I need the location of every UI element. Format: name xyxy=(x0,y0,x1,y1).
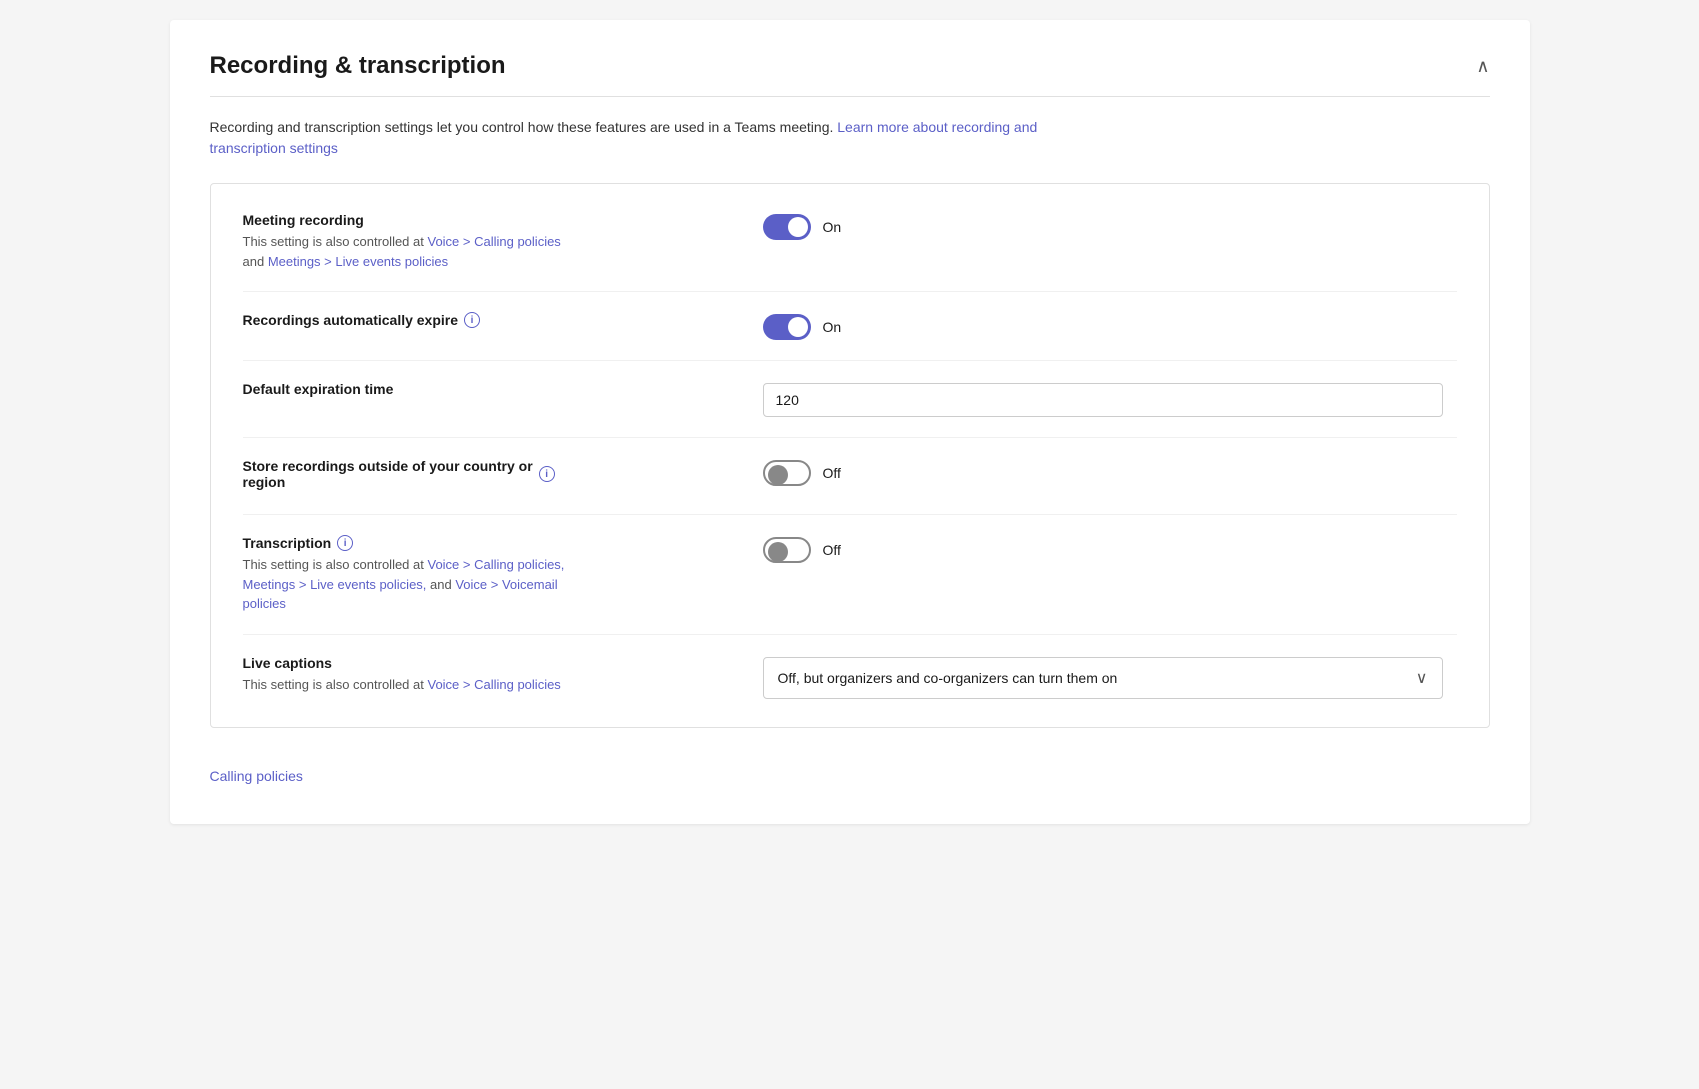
setting-row-live-captions: Live captions This setting is also contr… xyxy=(243,635,1457,699)
setting-label-transcription: Transcription i This setting is also con… xyxy=(243,535,723,614)
calling-policies-link[interactable]: Calling policies xyxy=(210,768,303,784)
live-captions-dropdown[interactable]: Off, but organizers and co-organizers ca… xyxy=(763,657,1443,699)
setting-label-recordings-expire: Recordings automatically expire i xyxy=(243,312,723,332)
bottom-nav: Calling policies xyxy=(210,768,1490,784)
setting-desc-transcription: This setting is also controlled at Voice… xyxy=(243,555,723,614)
setting-control-store-outside: Off xyxy=(723,458,1457,486)
store-outside-toggle[interactable] xyxy=(763,460,811,486)
panel-header: Recording & transcription ∧ xyxy=(210,52,1490,97)
live-events-link-2[interactable]: Meetings > Live events policies, xyxy=(243,577,427,592)
setting-control-recordings-expire: On xyxy=(723,312,1457,340)
close-icon[interactable]: ∧ xyxy=(1476,57,1489,75)
description-text: Recording and transcription settings let… xyxy=(210,119,834,135)
setting-row-store-outside: Store recordings outside of your country… xyxy=(243,438,1457,515)
setting-control-transcription: Off xyxy=(723,535,1457,563)
setting-control-meeting-recording: On xyxy=(723,212,1457,240)
setting-row-expiration-time: Default expiration time xyxy=(243,361,1457,438)
setting-row-recordings-expire: Recordings automatically expire i On xyxy=(243,292,1457,361)
setting-title-live-captions: Live captions xyxy=(243,655,723,671)
page-container: Recording & transcription ∧ Recording an… xyxy=(0,0,1699,1089)
setting-control-live-captions: Off, but organizers and co-organizers ca… xyxy=(723,655,1457,699)
setting-row-meeting-recording: Meeting recording This setting is also c… xyxy=(243,212,1457,292)
meeting-recording-toggle-label: On xyxy=(823,219,842,235)
setting-title-expiration-time: Default expiration time xyxy=(243,381,723,397)
voice-calling-link-3[interactable]: Voice > Calling policies xyxy=(427,677,560,692)
recordings-expire-toggle[interactable] xyxy=(763,314,811,340)
setting-title-meeting-recording: Meeting recording xyxy=(243,212,723,228)
setting-label-live-captions: Live captions This setting is also contr… xyxy=(243,655,723,695)
settings-box: Meeting recording This setting is also c… xyxy=(210,183,1490,728)
voice-calling-link-1[interactable]: Voice > Calling policies xyxy=(427,234,560,249)
setting-desc-live-captions: This setting is also controlled at Voice… xyxy=(243,675,723,695)
panel-description: Recording and transcription settings let… xyxy=(210,117,1490,159)
store-outside-info-icon: i xyxy=(539,466,555,482)
transcription-toggle[interactable] xyxy=(763,537,811,563)
voicemail-link[interactable]: Voice > Voicemail xyxy=(455,577,557,592)
transcription-toggle-label: Off xyxy=(823,542,841,558)
panel-title: Recording & transcription xyxy=(210,52,506,80)
recordings-expire-toggle-label: On xyxy=(823,319,842,335)
voicemail-policies-link[interactable]: policies xyxy=(243,596,286,611)
setting-title-store-outside: Store recordings outside of your country… xyxy=(243,458,723,490)
voice-calling-link-2[interactable]: Voice > Calling policies, xyxy=(427,557,564,572)
chevron-down-icon: ∨ xyxy=(1416,668,1428,688)
setting-label-meeting-recording: Meeting recording This setting is also c… xyxy=(243,212,723,271)
setting-label-expiration-time: Default expiration time xyxy=(243,381,723,401)
setting-label-store-outside: Store recordings outside of your country… xyxy=(243,458,723,494)
recordings-expire-info-icon: i xyxy=(464,312,480,328)
meeting-recording-toggle[interactable] xyxy=(763,214,811,240)
setting-desc-meeting-recording: This setting is also controlled at Voice… xyxy=(243,232,723,271)
setting-title-transcription: Transcription i xyxy=(243,535,723,551)
setting-title-recordings-expire: Recordings automatically expire i xyxy=(243,312,723,328)
recording-transcription-panel: Recording & transcription ∧ Recording an… xyxy=(170,20,1530,824)
transcription-info-icon: i xyxy=(337,535,353,551)
setting-control-expiration-time xyxy=(723,381,1457,417)
live-events-link-1[interactable]: Meetings > Live events policies xyxy=(268,254,448,269)
setting-row-transcription: Transcription i This setting is also con… xyxy=(243,515,1457,635)
store-outside-toggle-label: Off xyxy=(823,465,841,481)
live-captions-dropdown-value: Off, but organizers and co-organizers ca… xyxy=(778,670,1118,686)
expiration-time-input[interactable] xyxy=(763,383,1443,417)
